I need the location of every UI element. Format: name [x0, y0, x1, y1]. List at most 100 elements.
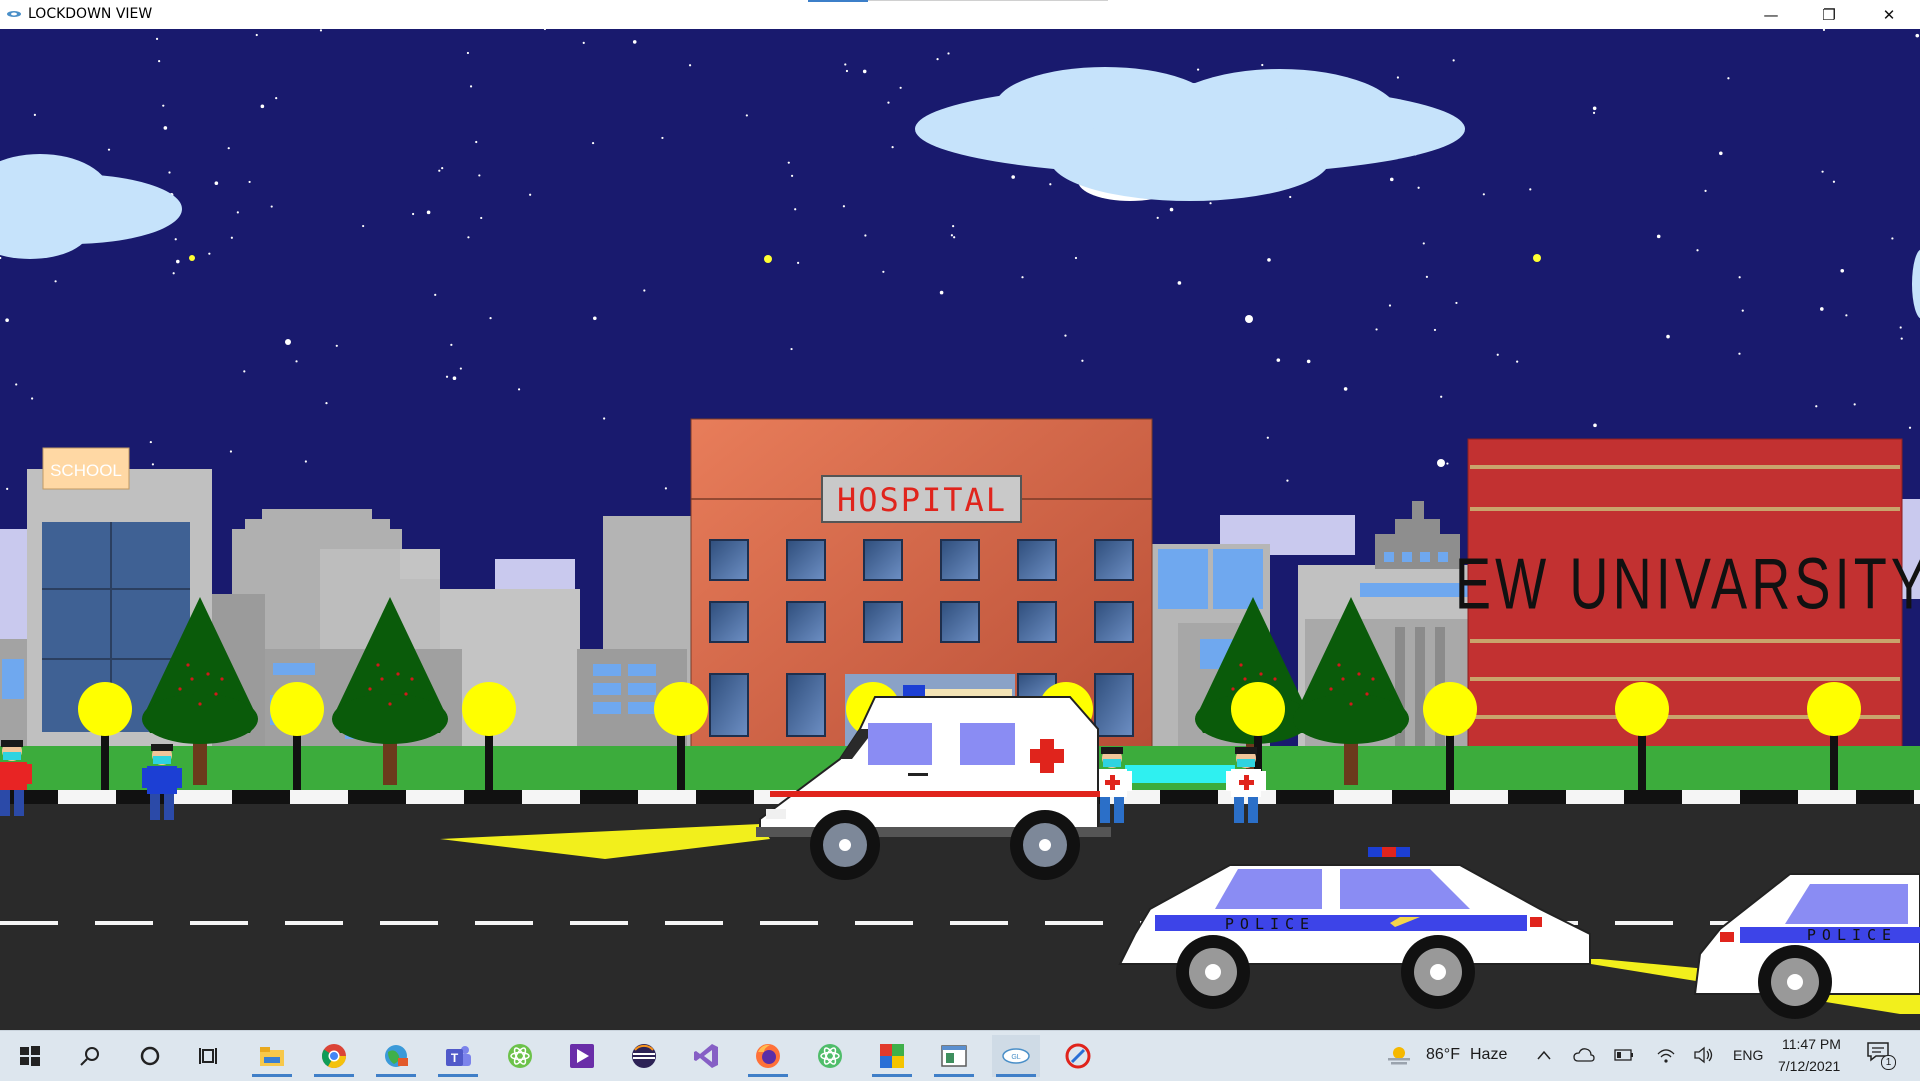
curb-segment: [638, 790, 696, 804]
tree-fruit: [186, 663, 190, 667]
eclipse-button[interactable]: [620, 1035, 668, 1077]
file-explorer-button[interactable]: [248, 1035, 296, 1077]
star: [1496, 353, 1499, 356]
tree-fruit: [1357, 672, 1361, 676]
notification-button[interactable]: 1: [1866, 1041, 1906, 1073]
firefox-icon: [756, 1044, 780, 1068]
star: [1276, 358, 1281, 362]
wifi-icon[interactable]: [1656, 1046, 1676, 1064]
star: [1592, 111, 1596, 114]
globe-app-button[interactable]: [372, 1035, 420, 1077]
hospital-window: [709, 539, 749, 581]
opengl-app-button[interactable]: GL: [992, 1035, 1040, 1077]
star: [887, 101, 890, 104]
star: [5, 318, 9, 323]
clock-date[interactable]: 7/12/2021: [1778, 1058, 1840, 1074]
lane-dash: [570, 921, 628, 925]
star: [441, 167, 444, 170]
cortana-button[interactable]: [126, 1035, 174, 1077]
snip-tool-button[interactable]: [1054, 1035, 1102, 1077]
star: [1064, 334, 1067, 337]
close-button[interactable]: ✕: [1860, 0, 1918, 29]
police-label: POLICE: [1807, 926, 1897, 944]
star: [1727, 77, 1730, 80]
star: [582, 41, 585, 44]
clock-time[interactable]: 11:47 PM: [1782, 1036, 1841, 1052]
star: [1049, 183, 1052, 186]
star: [1529, 188, 1532, 191]
star: [745, 114, 748, 117]
lane-dash: [855, 921, 913, 925]
battery-icon[interactable]: [1614, 1049, 1634, 1061]
star: [953, 236, 956, 239]
weather-haze-icon: [1388, 1047, 1410, 1065]
search-button[interactable]: [66, 1035, 114, 1077]
star: [445, 375, 449, 378]
chevron-up-icon[interactable]: [1536, 1049, 1552, 1061]
atom-green-icon: [818, 1044, 842, 1068]
hospital-window: [786, 601, 826, 643]
curb-segment: [522, 790, 580, 804]
task-view-button[interactable]: [186, 1035, 234, 1077]
star: [1853, 403, 1856, 406]
curb-segment: [1508, 790, 1566, 804]
media-player-button[interactable]: [558, 1035, 606, 1077]
language-indicator[interactable]: ENG: [1733, 1047, 1763, 1063]
curb-segment: [1682, 790, 1740, 804]
star: [947, 52, 950, 55]
star: [643, 289, 646, 292]
lamp-light: [462, 682, 516, 736]
weather-condition: Haze: [1470, 1046, 1508, 1063]
tree-foliage: [1293, 694, 1409, 744]
atom-button[interactable]: [496, 1035, 544, 1077]
star: [1900, 337, 1903, 340]
atom-green-button[interactable]: [806, 1035, 854, 1077]
visual-studio-button[interactable]: [682, 1035, 730, 1077]
star: [1696, 249, 1699, 252]
star: [1455, 301, 1458, 305]
star: [891, 146, 894, 149]
star: [664, 487, 667, 490]
hospital-window: [1094, 601, 1134, 643]
star: [632, 40, 637, 44]
lane-dash: [950, 921, 1008, 925]
star: [466, 51, 470, 55]
star: [325, 402, 328, 405]
star: [1832, 180, 1836, 183]
tree-fruit: [214, 692, 218, 696]
volume-icon[interactable]: [1693, 1046, 1715, 1064]
window-app-button[interactable]: [930, 1035, 978, 1077]
start-button[interactable]: [6, 1035, 54, 1077]
tree-fruit: [396, 672, 400, 676]
curb-segment: [1856, 790, 1914, 804]
star: [260, 104, 265, 109]
minimize-button[interactable]: —: [1742, 0, 1800, 29]
star: [1196, 68, 1200, 71]
star: [882, 270, 885, 273]
star: [15, 383, 18, 386]
chrome-button[interactable]: [310, 1035, 358, 1077]
tree-fruit: [1341, 677, 1345, 681]
star: [517, 388, 521, 391]
star: [1845, 314, 1848, 317]
star: [174, 238, 177, 241]
tree-foliage: [142, 694, 258, 744]
maximize-button[interactable]: ❐: [1800, 0, 1858, 29]
star: [243, 370, 246, 373]
firefox-button[interactable]: [744, 1035, 792, 1077]
lane-dash: [665, 921, 723, 925]
teams-icon: T: [446, 1046, 471, 1066]
star: [1433, 328, 1437, 332]
star: [227, 147, 230, 150]
star: [591, 141, 595, 145]
colorful-app-button[interactable]: [868, 1035, 916, 1077]
hospital-window: [709, 601, 749, 643]
star: [688, 64, 692, 67]
tree-fruit: [1231, 687, 1235, 691]
cloud-icon[interactable]: [1573, 1047, 1595, 1063]
star: [489, 317, 492, 320]
hospital-window: [863, 601, 903, 643]
star: [33, 113, 36, 116]
teams-button[interactable]: T: [434, 1035, 482, 1077]
star: [1719, 151, 1723, 156]
